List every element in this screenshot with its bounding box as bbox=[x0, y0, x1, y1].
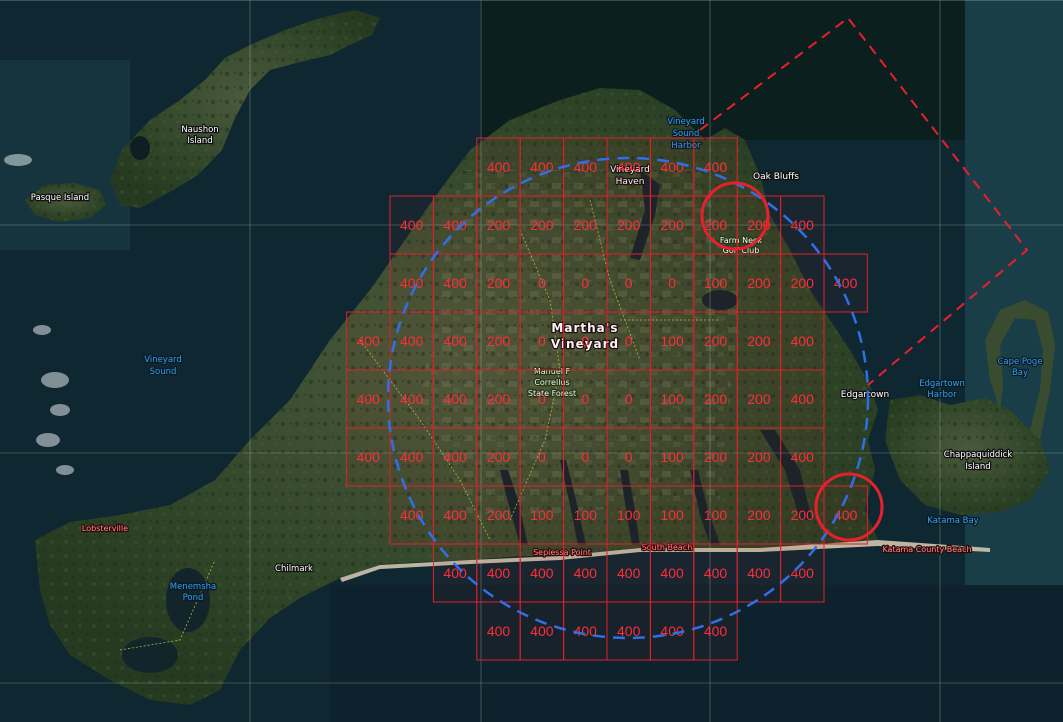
grid-cell-value: 200 bbox=[487, 391, 511, 407]
grid-cell-value: 0 bbox=[625, 333, 633, 349]
satellite-map[interactable]: Naushon Island Pasque Island Vineyard Soun… bbox=[0, 0, 1063, 722]
label-oak-bluffs: Oak Bluffs bbox=[753, 172, 799, 182]
grid-cell-value: 200 bbox=[574, 217, 598, 233]
grid-cell-value: 200 bbox=[747, 507, 771, 523]
grid-cell-value: 200 bbox=[617, 217, 641, 233]
grid-cell-value: 400 bbox=[530, 623, 554, 639]
grid-cell-value: 0 bbox=[625, 391, 633, 407]
grid-cell-value: 200 bbox=[747, 275, 771, 291]
label-katama-beach: Katama County Beach bbox=[882, 545, 971, 554]
grid-cell-value: 400 bbox=[400, 507, 424, 523]
grid-cell-value: 200 bbox=[530, 217, 554, 233]
grid-cell-value: 400 bbox=[747, 565, 771, 581]
grid-cell-value: 400 bbox=[530, 565, 554, 581]
grid-cell-value: 100 bbox=[530, 507, 554, 523]
grid-cell-value: 400 bbox=[357, 333, 381, 349]
grid-cell-value: 0 bbox=[538, 333, 546, 349]
grid-cell-value: 200 bbox=[747, 391, 771, 407]
squibnocket-pond bbox=[122, 637, 178, 673]
grid-cell-value: 400 bbox=[574, 565, 598, 581]
grid-cell-value: 100 bbox=[660, 391, 684, 407]
grid-cell-value: 400 bbox=[791, 391, 815, 407]
grid-cell-value: 100 bbox=[660, 507, 684, 523]
grid-cell-value: 400 bbox=[443, 391, 467, 407]
grid-cell-value: 400 bbox=[791, 217, 815, 233]
grid-cell-value: 400 bbox=[443, 449, 467, 465]
grid-cell-value: 400 bbox=[357, 449, 381, 465]
grid-cell-value: 0 bbox=[581, 333, 589, 349]
grid-cell-value: 400 bbox=[400, 333, 424, 349]
grid-cell-value: 0 bbox=[625, 275, 633, 291]
grid-cell-value: 200 bbox=[791, 275, 815, 291]
grid-cell-value: 400 bbox=[704, 565, 728, 581]
grid-cell-value: 100 bbox=[617, 507, 641, 523]
grid-cell-value: 400 bbox=[791, 565, 815, 581]
grid-cell-value: 400 bbox=[400, 449, 424, 465]
grid-cell-value: 0 bbox=[581, 391, 589, 407]
grid-cell-value: 400 bbox=[443, 565, 467, 581]
grid-cell-value: 400 bbox=[357, 391, 381, 407]
grid-cell-value: 100 bbox=[704, 507, 728, 523]
grid-cell-value: 200 bbox=[747, 449, 771, 465]
grid-cell-value: 400 bbox=[791, 449, 815, 465]
grid-cell-value: 400 bbox=[400, 275, 424, 291]
grid-cell-value: 400 bbox=[400, 217, 424, 233]
grid-cell-value: 200 bbox=[704, 391, 728, 407]
grid-cell-value: 200 bbox=[791, 507, 815, 523]
grid-cell-value: 100 bbox=[704, 275, 728, 291]
grid-cell-value: 200 bbox=[704, 333, 728, 349]
naushon-pond bbox=[130, 136, 150, 160]
grid-cell-value: 200 bbox=[747, 333, 771, 349]
label-chilmark: Chilmark bbox=[275, 564, 313, 574]
grid-cell-value: 100 bbox=[574, 507, 598, 523]
grid-cell-value: 200 bbox=[487, 275, 511, 291]
grid-cell-value: 0 bbox=[668, 275, 676, 291]
grid-cell-value: 0 bbox=[581, 275, 589, 291]
grid-cell-value: 400 bbox=[791, 333, 815, 349]
grid-cell-value: 0 bbox=[625, 449, 633, 465]
grid-cell-value: 400 bbox=[400, 391, 424, 407]
grid-cell-value: 400 bbox=[660, 565, 684, 581]
grid-cell-value: 100 bbox=[660, 333, 684, 349]
grid-cell-value: 400 bbox=[617, 159, 641, 175]
label-edgartown: Edgartown bbox=[841, 390, 889, 400]
grid-cell-value: 200 bbox=[660, 217, 684, 233]
grid-cell-value: 400 bbox=[704, 623, 728, 639]
grid-cell-value: 400 bbox=[443, 275, 467, 291]
grid-cell-value: 200 bbox=[704, 217, 728, 233]
grid-cell-value: 400 bbox=[487, 623, 511, 639]
grid-cell-value: 400 bbox=[617, 565, 641, 581]
grid-cell-value: 0 bbox=[538, 275, 546, 291]
grid-cell-value: 400 bbox=[487, 159, 511, 175]
grid-cell-value: 0 bbox=[538, 449, 546, 465]
grid-cell-value: 200 bbox=[487, 507, 511, 523]
grid-cell-value: 200 bbox=[487, 333, 511, 349]
label-pasque: Pasque Island bbox=[31, 193, 89, 203]
grid-cell-value: 200 bbox=[487, 217, 511, 233]
grid-cell-value: 0 bbox=[581, 449, 589, 465]
grid-cell-value: 200 bbox=[487, 449, 511, 465]
grid-cell-value: 0 bbox=[538, 391, 546, 407]
label-lobsterville: Lobsterville bbox=[82, 524, 128, 533]
grid-cell-value: 400 bbox=[443, 507, 467, 523]
label-katama-bay: Katama Bay bbox=[927, 516, 978, 526]
grid-cell-value: 400 bbox=[443, 333, 467, 349]
grid-cell-value: 200 bbox=[704, 449, 728, 465]
grid-cell-value: 400 bbox=[487, 565, 511, 581]
grid-cell-value: 100 bbox=[660, 449, 684, 465]
